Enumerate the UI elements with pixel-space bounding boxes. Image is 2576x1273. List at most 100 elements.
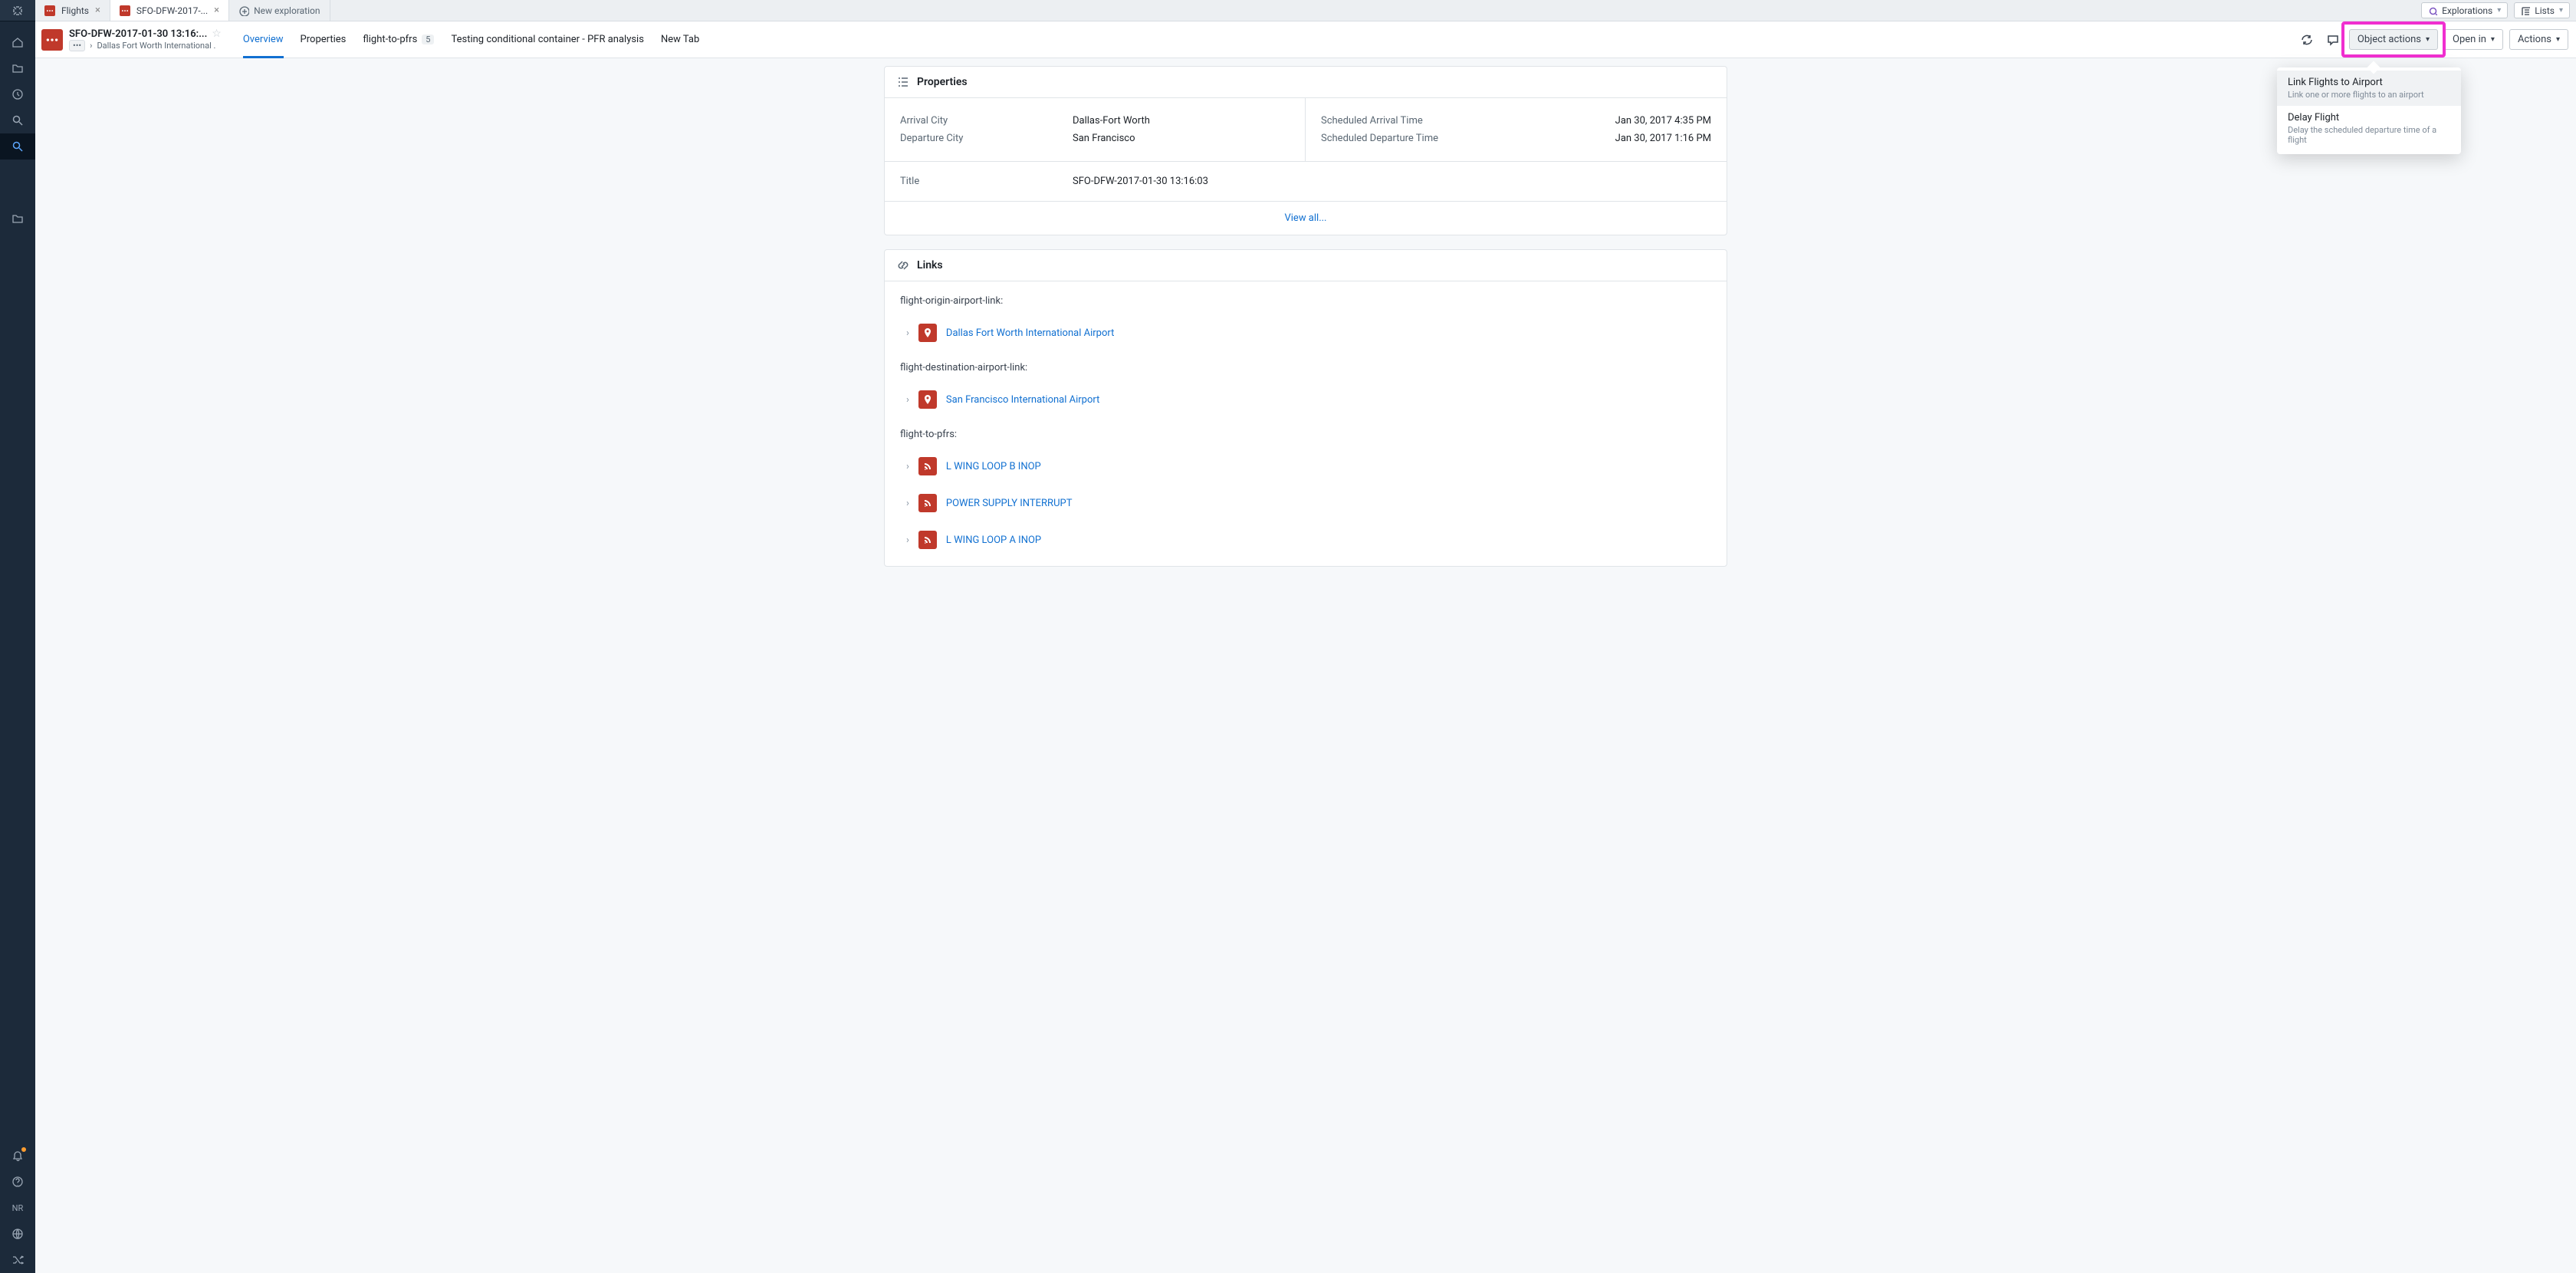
properties-heading: Properties [917,76,968,88]
tab-current-label: SFO-DFW-2017-... [136,5,208,16]
chevron-down-icon: ▾ [2491,35,2495,44]
link-text[interactable]: L WING LOOP B INOP [946,461,1041,472]
link-row[interactable]: › L WING LOOP A INOP [900,525,1711,561]
lists-icon [2521,6,2530,15]
count-badge: 5 [422,35,434,44]
action-link-flights-to-airport[interactable]: Link Flights to Airport Link one or more… [2277,71,2461,106]
rss-icon [918,494,937,512]
object-title: SFO-DFW-2017-01-30 13:16:... [69,28,207,40]
actions-button[interactable]: Actions ▾ [2509,29,2568,50]
rail-history[interactable] [0,81,35,107]
breadcrumb-menu[interactable]: ••• [69,40,85,51]
property-label: Departure City [900,133,1073,144]
new-exploration-label: New exploration [254,5,320,16]
links-heading: Links [917,259,943,271]
link-text[interactable]: L WING LOOP A INOP [946,535,1041,546]
link-group-label: flight-destination-airport-link: [900,362,1711,373]
chevron-down-icon: ▾ [2559,6,2563,15]
properties-card: Properties Arrival CityDallas-Fort Worth… [884,66,1727,235]
object-actions-dropdown: Link Flights to Airport Link one or more… [2277,67,2461,154]
flights-icon [44,5,55,16]
rail-user-initials[interactable]: NR [0,1195,35,1221]
chevron-down-icon: ▾ [2497,6,2501,15]
left-nav-rail: NR [0,0,35,1273]
tab-overview[interactable]: Overview [243,26,284,53]
tab-flight-to-pfrs[interactable]: flight-to-pfrs 5 [363,26,434,53]
property-label: Scheduled Arrival Time [1321,115,1493,127]
rail-search[interactable] [0,107,35,133]
chevron-down-icon: ▾ [2556,35,2560,44]
rail-explore[interactable] [0,133,35,160]
property-value: Dallas-Fort Worth [1073,115,1150,127]
breadcrumb[interactable]: ••• › Dallas Fort Worth International . [69,40,222,51]
content-scroll[interactable]: Properties Arrival CityDallas-Fort Worth… [35,58,2576,1273]
action-delay-flight[interactable]: Delay Flight Delay the scheduled departu… [2277,106,2461,151]
plus-icon [238,5,249,16]
tab-flights-label: Flights [61,5,89,16]
link-text[interactable]: POWER SUPPLY INTERRUPT [946,498,1073,509]
flight-icon [120,5,130,16]
property-label: Scheduled Departure Time [1321,133,1493,144]
property-row: Departure CitySan Francisco [900,130,1290,147]
favorite-star-icon[interactable]: ☆ [212,28,222,40]
property-row: Scheduled Arrival TimeJan 30, 2017 4:35 … [1321,112,1711,130]
links-card: Links flight-origin-airport-link:›Dallas… [884,249,1727,567]
comments-button[interactable] [2323,30,2343,50]
chevron-right-icon: › [906,535,909,546]
chevron-right-icon: › [906,394,909,406]
link-row[interactable]: › POWER SUPPLY INTERRUPT [900,488,1711,525]
explorations-icon [2428,6,2437,15]
rss-icon [918,457,937,475]
explorations-button[interactable]: Explorations ▾ [2421,2,2508,18]
tab-testing-conditional[interactable]: Testing conditional container - PFR anal… [451,26,643,53]
new-exploration-tab[interactable]: New exploration [229,0,330,21]
object-actions-button[interactable]: Object actions ▾ [2349,29,2438,50]
chevron-right-icon: › [906,498,909,509]
object-header: SFO-DFW-2017-01-30 13:16:... ☆ ••• › Dal… [35,21,2576,58]
rail-shuffle[interactable] [0,1247,35,1273]
tab-flights[interactable]: Flights × [35,0,110,21]
chevron-right-icon: › [906,461,909,472]
link-row[interactable]: › Dallas Fort Worth International Airport [900,317,1711,354]
rail-help[interactable] [0,1169,35,1195]
rail-home[interactable] [0,29,35,55]
view-all-link[interactable]: View all... [885,201,1727,235]
property-value: Jan 30, 2017 4:35 PM [1493,115,1711,127]
object-type-icon [41,29,63,51]
document-tabs: Flights × SFO-DFW-2017-... × New explora… [35,0,2576,21]
property-value: Jan 30, 2017 1:16 PM [1493,133,1711,144]
lists-button[interactable]: Lists ▾ [2514,2,2570,18]
rail-globe[interactable] [0,1221,35,1247]
link-text[interactable]: San Francisco International Airport [946,394,1099,406]
links-icon [897,259,909,271]
properties-icon [897,76,909,88]
link-row[interactable]: › San Francisco International Airport [900,384,1711,421]
close-icon[interactable]: × [214,5,219,16]
link-text[interactable]: Dallas Fort Worth International Airport [946,327,1114,339]
pin-icon [918,324,937,342]
chevron-down-icon: ▾ [2426,35,2430,44]
tab-new-tab[interactable]: New Tab [661,26,699,53]
tab-current-flight[interactable]: SFO-DFW-2017-... × [110,0,229,21]
link-group-label: flight-to-pfrs: [900,429,1711,440]
open-in-button[interactable]: Open in ▾ [2444,29,2503,50]
pin-icon [918,390,937,409]
property-label: Arrival City [900,115,1073,127]
link-row[interactable]: › L WING LOOP B INOP [900,451,1711,488]
rail-folder[interactable] [0,55,35,81]
chevron-right-icon: › [906,327,909,339]
breadcrumb-current: Dallas Fort Worth International . [97,41,215,51]
property-value: San Francisco [1073,133,1135,144]
rail-collapse-button[interactable] [0,0,35,21]
refresh-button[interactable] [2297,30,2317,50]
rail-folder-2[interactable] [0,206,35,232]
rss-icon [918,531,937,549]
chevron-right-icon: › [90,41,92,51]
property-row: Scheduled Departure TimeJan 30, 2017 1:1… [1321,130,1711,147]
property-value-title: SFO-DFW-2017-01-30 13:16:03 [1073,176,1208,187]
close-icon[interactable]: × [95,5,100,16]
tab-properties[interactable]: Properties [301,26,347,53]
object-tabs: Overview Properties flight-to-pfrs 5 Tes… [243,26,699,53]
rail-notifications[interactable] [0,1143,35,1169]
property-row: Arrival CityDallas-Fort Worth [900,112,1290,130]
